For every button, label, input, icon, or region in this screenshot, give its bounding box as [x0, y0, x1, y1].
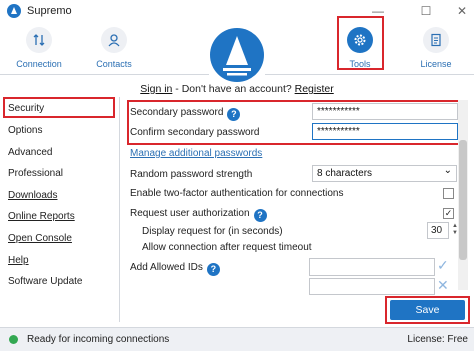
sidebar-item-professional[interactable]: Professional — [8, 168, 63, 179]
random-strength-select[interactable]: 8 characters ⌄ — [312, 165, 457, 182]
secondary-password-field[interactable]: *********** — [312, 103, 458, 120]
chevron-down-icon: ⌄ — [443, 165, 452, 176]
request-auth-checkbox[interactable]: ✓ — [443, 208, 454, 219]
secondary-password-label: Secondary password? — [130, 107, 241, 121]
maximize-button[interactable]: ☐ — [418, 3, 434, 19]
sidebar-item-options[interactable]: Options — [8, 125, 42, 136]
help-icon[interactable]: ? — [253, 209, 267, 222]
remove-id-icon[interactable]: ✕ — [437, 277, 449, 294]
supremo-brand-logo — [210, 28, 264, 82]
allowed-ids-list[interactable] — [309, 278, 435, 295]
license-status: License: Free — [407, 334, 468, 345]
security-settings-panel: Secondary password? *********** Confirm … — [125, 97, 470, 322]
tools-highlight-box — [337, 16, 384, 70]
sign-in-link[interactable]: Sign in — [140, 83, 172, 95]
two-factor-label: Enable two-factor authentication for con… — [130, 188, 344, 199]
toolbar-contacts[interactable]: Contacts — [83, 24, 145, 74]
confirm-password-field[interactable]: *********** — [312, 123, 458, 140]
connection-arrows-icon — [26, 27, 52, 53]
content-scrollbar[interactable] — [458, 100, 468, 290]
sidebar-item-software-update[interactable]: Software Update — [8, 276, 83, 287]
two-factor-checkbox[interactable] — [443, 188, 454, 199]
person-icon — [101, 27, 127, 53]
status-bar: Ready for incoming connections License: … — [0, 327, 474, 351]
random-strength-label: Random password strength — [130, 169, 253, 180]
status-text: Ready for incoming connections — [27, 334, 170, 345]
random-strength-value: 8 characters — [317, 168, 373, 179]
sidebar-item-online-reports[interactable]: Online Reports — [8, 211, 75, 222]
add-id-check-icon[interactable]: ✓ — [437, 257, 449, 274]
display-request-label: Display request for (in seconds) — [142, 226, 283, 237]
request-auth-label: Request user authorization? — [130, 208, 267, 222]
sidebar-item-downloads[interactable]: Downloads — [8, 190, 57, 201]
toolbar-license[interactable]: License — [405, 24, 467, 74]
sidebar-item-advanced[interactable]: Advanced — [8, 147, 52, 158]
settings-sidebar: Security Options Advanced Professional D… — [0, 97, 120, 322]
header-divider-right — [265, 74, 474, 75]
supremo-logo-icon — [7, 4, 21, 18]
toolbar-license-label: License — [420, 59, 452, 69]
window-title: Supremo — [27, 5, 72, 17]
help-icon[interactable]: ? — [227, 108, 241, 121]
scrollbar-thumb[interactable] — [459, 140, 467, 260]
allow-after-timeout-label: Allow connection after request timeout — [142, 242, 312, 253]
title-bar: Supremo — [0, 0, 474, 22]
allowed-id-input[interactable] — [309, 258, 435, 276]
save-button[interactable]: Save — [390, 300, 465, 320]
account-prompt: - Don't have an account? — [172, 83, 295, 95]
close-button[interactable]: ✕ — [454, 3, 470, 19]
sidebar-item-help[interactable]: Help — [8, 255, 29, 266]
sidebar-item-open-console[interactable]: Open Console — [8, 233, 72, 244]
allowed-ids-label: Add Allowed IDs? — [130, 262, 220, 276]
toolbar-connection-label: Connection — [16, 59, 62, 69]
toolbar-contacts-label: Contacts — [96, 59, 132, 69]
register-link[interactable]: Register — [295, 83, 334, 95]
status-ok-icon — [9, 335, 18, 344]
header-divider-left — [0, 74, 209, 75]
sidebar-item-security[interactable]: Security — [8, 103, 44, 114]
confirm-password-label: Confirm secondary password — [130, 127, 260, 138]
help-icon[interactable]: ? — [206, 263, 220, 276]
account-bar: Sign in - Don't have an account? Registe… — [0, 83, 474, 95]
manage-passwords-link[interactable]: Manage additional passwords — [130, 148, 262, 159]
toolbar-connection[interactable]: Connection — [8, 24, 70, 74]
display-request-input[interactable]: 30 — [427, 222, 449, 239]
license-document-icon — [423, 27, 449, 53]
